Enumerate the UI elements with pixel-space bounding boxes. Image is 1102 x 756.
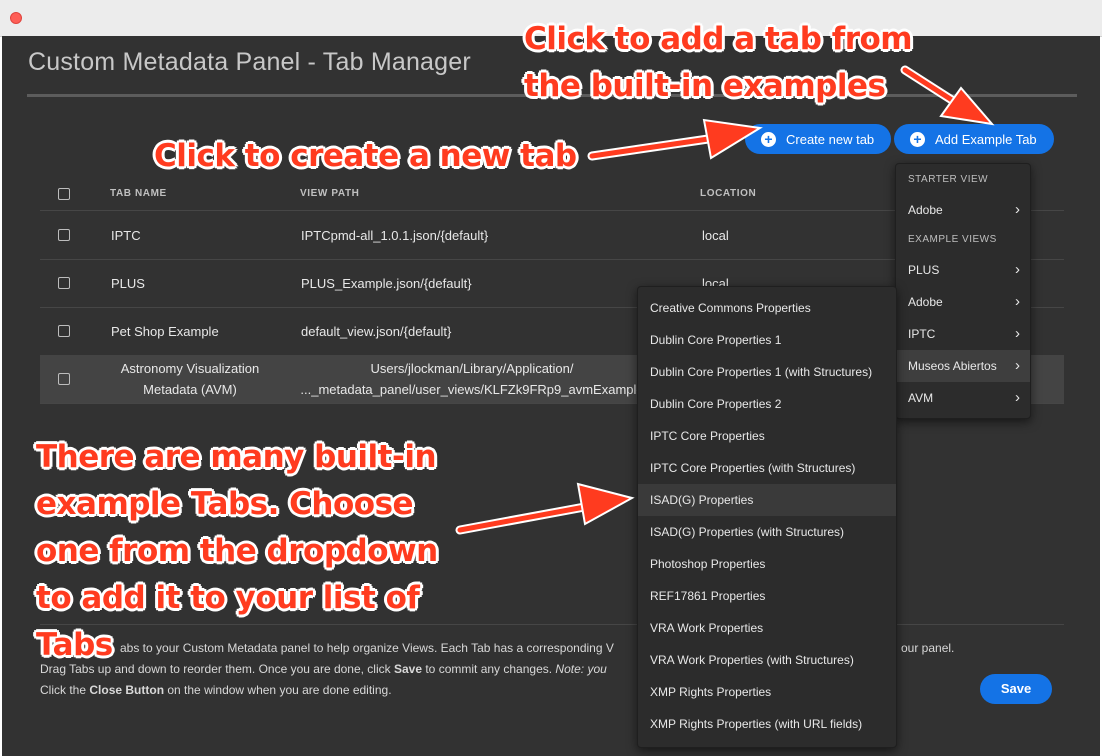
submenu-item[interactable]: ISAD(G) Properties [638, 484, 896, 516]
row-view-path-line: ..._metadata_panel/user_views/KLFZk9FRp9… [300, 382, 644, 397]
header-view-path: VIEW PATH [300, 188, 360, 199]
submenu-item[interactable]: REF17861 Properties [638, 580, 896, 612]
menu-item-label: AVM [908, 391, 934, 405]
submenu-item[interactable]: XMP Rights Properties [638, 676, 896, 708]
menu-section-starter: STARTER VIEW [908, 174, 989, 185]
header-location: LOCATION [700, 188, 757, 199]
help-line3-a: Click the [40, 683, 90, 697]
annotation-create-tab: Click to create a new tab [154, 138, 577, 174]
help-line2-note: Note: you [555, 662, 607, 676]
row-view-path: PLUS_Example.json/{default} [301, 275, 472, 291]
row-tab-name: Pet Shop Example [111, 323, 219, 339]
submenu-item[interactable]: ISAD(G) Properties (with Structures) [638, 516, 896, 548]
row-tab-name-line: Metadata (AVM) [143, 382, 237, 397]
chevron-right-icon: › [1015, 357, 1020, 374]
menu-item-adobe[interactable]: Adobe › [896, 286, 1030, 318]
annotation-line: to add it to your list of [36, 580, 420, 616]
annotation-many-examples: There are many built-in example Tabs. Ch… [36, 434, 438, 669]
annotation-line: one from the dropdown [36, 533, 438, 569]
submenu-item[interactable]: IPTC Core Properties [638, 420, 896, 452]
menu-item-label: Adobe [908, 203, 943, 217]
help-line3-bold: Close Button [89, 683, 165, 697]
menu-section-examples: EXAMPLE VIEWS [908, 234, 997, 245]
plus-icon: + [910, 131, 925, 147]
menu-item-plus[interactable]: PLUS › [896, 254, 1030, 286]
museos-abiertos-submenu: Creative Commons Properties Dublin Core … [637, 286, 897, 748]
save-button[interactable]: Save [980, 674, 1052, 704]
annotation-line: the built-in examples [524, 68, 886, 104]
add-example-tab-label: Add Example Tab [935, 131, 1037, 147]
annotation-line: Tabs [36, 627, 113, 663]
row-tab-name-line: Astronomy Visualization [120, 361, 260, 376]
help-line1-part2: our panel. [901, 641, 955, 655]
submenu-item[interactable]: Dublin Core Properties 1 (with Structure… [638, 356, 896, 388]
menu-item-avm[interactable]: AVM › [896, 382, 1030, 414]
row-view-path-line: Users/jlockman/Library/Application/ [370, 361, 574, 376]
chevron-right-icon: › [1015, 325, 1020, 342]
row-checkbox[interactable] [58, 277, 70, 289]
menu-item-iptc[interactable]: IPTC › [896, 318, 1030, 350]
menu-item-museos-abiertos[interactable]: Museos Abiertos › [896, 350, 1030, 382]
submenu-item[interactable]: VRA Work Properties (with Structures) [638, 644, 896, 676]
submenu-item[interactable]: VRA Work Properties [638, 612, 896, 644]
example-tab-menu: STARTER VIEW Adobe › EXAMPLE VIEWS PLUS … [895, 163, 1031, 419]
row-location: local [702, 227, 729, 243]
create-new-tab-button[interactable]: + Create new tab [745, 124, 891, 154]
menu-item-label: PLUS [908, 263, 940, 277]
header-tab-name: TAB NAME [110, 188, 167, 199]
chevron-right-icon: › [1015, 293, 1020, 310]
submenu-item[interactable]: Dublin Core Properties 2 [638, 388, 896, 420]
annotation-add-example: Click to add a tab from the built-in exa… [524, 16, 913, 110]
menu-item-label: Adobe [908, 295, 943, 309]
row-checkbox[interactable] [58, 229, 70, 241]
row-tab-name: PLUS [111, 275, 145, 291]
close-window-button[interactable] [10, 12, 22, 24]
annotation-line: There are many built-in [36, 439, 437, 475]
row-view-path: Users/jlockman/Library/Application/ ..._… [300, 355, 644, 403]
submenu-item[interactable]: Creative Commons Properties [638, 292, 896, 324]
annotation-line: example Tabs. Choose [36, 486, 414, 522]
row-tab-name: IPTC [111, 227, 141, 243]
plus-icon: + [761, 131, 776, 147]
submenu-item[interactable]: Dublin Core Properties 1 [638, 324, 896, 356]
row-checkbox[interactable] [58, 325, 70, 337]
help-line3-b: on the window when you are done editing. [164, 683, 392, 697]
row-tab-name: Astronomy Visualization Metadata (AVM) [110, 355, 270, 403]
chevron-right-icon: › [1015, 389, 1020, 406]
row-checkbox[interactable] [58, 373, 70, 385]
create-new-tab-label: Create new tab [786, 131, 875, 147]
chevron-right-icon: › [1015, 201, 1020, 218]
help-line2-b: to commit any changes. [422, 662, 556, 676]
menu-item-label: IPTC [908, 327, 936, 341]
add-example-tab-button[interactable]: + Add Example Tab [894, 124, 1054, 154]
menu-item-starter-adobe[interactable]: Adobe › [896, 194, 1030, 226]
submenu-item[interactable]: XMP Rights Properties (with URL fields) [638, 708, 896, 740]
menu-item-label: Museos Abiertos [908, 359, 997, 373]
annotation-line: Click to add a tab from [524, 21, 913, 57]
submenu-item[interactable]: IPTC Core Properties (with Structures) [638, 452, 896, 484]
page-title: Custom Metadata Panel - Tab Manager [28, 48, 471, 76]
row-view-path: default_view.json/{default} [301, 323, 452, 339]
select-all-checkbox[interactable] [58, 188, 70, 200]
chevron-right-icon: › [1015, 261, 1020, 278]
row-view-path: IPTCpmd-all_1.0.1.json/{default} [301, 227, 489, 243]
submenu-item[interactable]: Photoshop Properties [638, 548, 896, 580]
